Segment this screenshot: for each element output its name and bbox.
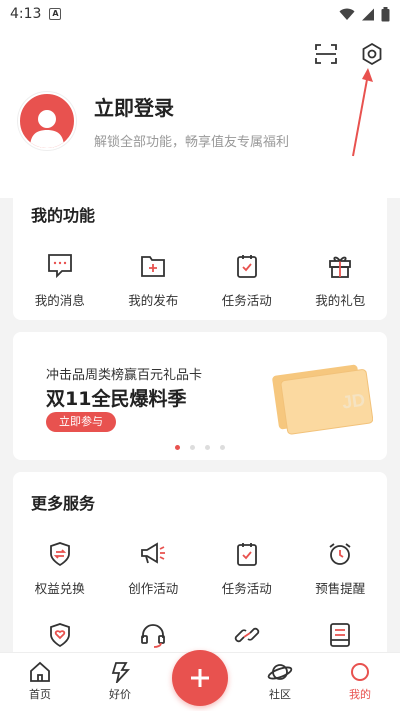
nav-home-label: 首页 xyxy=(29,688,51,701)
scan-icon[interactable] xyxy=(312,40,340,68)
nav-deals-label: 好价 xyxy=(109,688,131,701)
service-item[interactable] xyxy=(107,619,201,651)
exchange-shield-icon xyxy=(44,538,76,570)
wifi-icon xyxy=(339,8,355,20)
settings-gear-icon[interactable] xyxy=(358,40,386,68)
my-functions-card: 我的功能 我的消息 我的发布 任务活动 我的礼包 xyxy=(13,184,387,320)
plus-icon xyxy=(191,669,209,687)
service-item[interactable] xyxy=(200,619,294,651)
carousel-dot[interactable] xyxy=(190,445,195,450)
add-post-button[interactable] xyxy=(172,650,228,706)
rights-exchange-item[interactable]: 权益兑换 xyxy=(13,538,107,597)
nav-mine[interactable]: 我的 xyxy=(320,653,400,711)
alarm-clock-icon xyxy=(324,538,356,570)
login-button[interactable]: 立即登录 xyxy=(94,92,289,121)
presale-reminder-item[interactable]: 预售提醒 xyxy=(294,538,388,597)
message-icon xyxy=(44,250,76,282)
creation-activity-item[interactable]: 创作活动 xyxy=(107,538,201,597)
login-subtitle: 解锁全部功能，畅享值友专属福利 xyxy=(94,135,290,150)
lightning-icon xyxy=(111,662,131,683)
planet-icon xyxy=(267,664,293,680)
my-gift-item[interactable]: 我的礼包 xyxy=(294,250,388,309)
annotation-arrow-icon xyxy=(352,68,373,157)
task-icon xyxy=(231,538,263,570)
profile-section[interactable]: 立即登录 解锁全部功能，畅享值友专属福利 xyxy=(18,92,289,150)
rights-exchange-label: 权益兑换 xyxy=(34,581,85,596)
megaphone-icon xyxy=(137,538,169,570)
my-messages-label: 我的消息 xyxy=(34,293,85,308)
service-item[interactable] xyxy=(13,619,107,651)
gift-icon xyxy=(324,250,356,282)
publish-icon xyxy=(137,250,169,282)
my-publish-label: 我的发布 xyxy=(128,293,179,308)
carousel-indicator xyxy=(13,445,387,450)
carousel-dot[interactable] xyxy=(220,445,225,450)
default-user-icon xyxy=(30,110,64,148)
promo-banner[interactable]: 冲击品周类榜赢百元礼品卡 双11全民爆料季 立即参与 JD xyxy=(13,332,387,460)
headset-icon xyxy=(137,619,169,651)
task-activity-service-label: 任务活动 xyxy=(221,581,272,596)
task-icon xyxy=(231,250,263,282)
nav-deals[interactable]: 好价 xyxy=(80,653,160,711)
service-item[interactable] xyxy=(294,619,388,651)
more-services-title: 更多服务 xyxy=(31,494,96,513)
carousel-dot[interactable] xyxy=(205,445,210,450)
carousel-dot[interactable] xyxy=(175,445,180,450)
profile-circle-icon xyxy=(351,663,369,681)
more-services-card: 更多服务 权益兑换 创作活动 任务活动 预售提醒 xyxy=(13,472,387,662)
gift-card-illustration: JD xyxy=(272,364,373,435)
document-icon xyxy=(324,619,356,651)
my-gift-label: 我的礼包 xyxy=(315,293,366,308)
presale-reminder-label: 预售提醒 xyxy=(315,581,366,596)
link-icon xyxy=(231,619,263,651)
banner-subtitle: 冲击品周类榜赢百元礼品卡 xyxy=(46,368,203,383)
status-bar: 4:13 A xyxy=(0,0,400,28)
card-mark: JD xyxy=(341,390,367,413)
nav-home[interactable]: 首页 xyxy=(0,653,80,711)
join-now-button[interactable]: 立即参与 xyxy=(46,412,116,432)
avatar[interactable] xyxy=(18,92,76,150)
status-time: 4:13 xyxy=(10,6,42,22)
notification-a-icon: A xyxy=(49,8,62,20)
my-messages-item[interactable]: 我的消息 xyxy=(13,250,107,309)
heart-shield-icon xyxy=(44,619,76,651)
signal-icon xyxy=(362,8,374,20)
task-activity-service-item[interactable]: 任务活动 xyxy=(200,538,294,597)
my-functions-title: 我的功能 xyxy=(31,206,96,225)
banner-title: 双11全民爆料季 xyxy=(46,388,187,410)
battery-icon xyxy=(381,6,390,21)
my-publish-item[interactable]: 我的发布 xyxy=(107,250,201,309)
nav-community[interactable]: 社区 xyxy=(240,653,320,711)
creation-activity-label: 创作活动 xyxy=(128,581,179,596)
nav-mine-label: 我的 xyxy=(349,688,371,701)
task-activity-item[interactable]: 任务活动 xyxy=(200,250,294,309)
header-actions xyxy=(312,40,386,68)
task-activity-label: 任务活动 xyxy=(221,293,272,308)
nav-community-label: 社区 xyxy=(269,688,291,701)
home-icon xyxy=(30,661,50,682)
